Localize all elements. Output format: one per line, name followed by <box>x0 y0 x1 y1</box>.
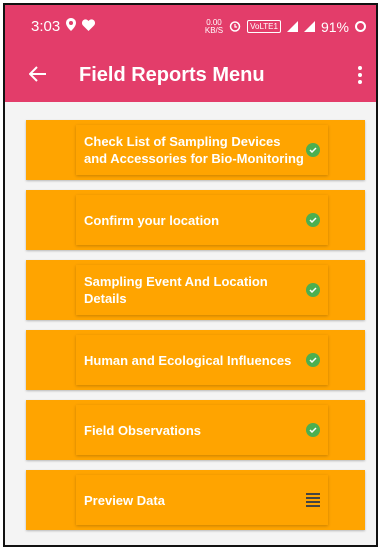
status-left: 3:03 <box>31 18 96 35</box>
overflow-menu-icon[interactable] <box>354 62 366 88</box>
check-circle-icon <box>306 143 320 157</box>
menu-item-preview-data[interactable]: Preview Data <box>26 470 365 530</box>
check-circle-icon <box>306 213 320 227</box>
signal-icon-2 <box>303 21 315 32</box>
back-arrow-icon[interactable] <box>28 62 65 88</box>
menu-item-label: Field Observations <box>84 422 202 438</box>
signal-icon <box>286 21 298 32</box>
heart-icon <box>82 18 96 35</box>
data-speed-unit: KB/S <box>204 25 224 35</box>
menu-item-inner: Sampling Event And Location Details <box>76 265 328 315</box>
menu-item-inner: Preview Data <box>76 475 328 525</box>
check-circle-icon <box>306 353 320 367</box>
menu-item-label: Sampling Event And Location Details <box>84 274 268 306</box>
menu-item-sampling-event[interactable]: Sampling Event And Location Details <box>26 260 365 320</box>
location-pin-icon <box>66 18 77 35</box>
menu-item-field-observations[interactable]: Field Observations <box>26 400 365 460</box>
phone-screen: 3:03 0.00 KB/S VoLTE1 91% Field Reports … <box>3 3 378 547</box>
status-right: 0.00 KB/S VoLTE1 91% <box>204 18 366 35</box>
menu-item-label: Preview Data <box>84 492 165 508</box>
battery-percent: 91% <box>320 18 349 35</box>
app-bar: Field Reports Menu <box>5 48 376 102</box>
menu-item-label: Check List of Sampling Devices and Acces… <box>84 134 304 166</box>
menu-item-inner: Field Observations <box>76 405 328 455</box>
page-title: Field Reports Menu <box>79 63 265 86</box>
status-bar: 3:03 0.00 KB/S VoLTE1 91% <box>5 5 376 48</box>
menu-item-human-ecological[interactable]: Human and Ecological Influences <box>26 330 365 390</box>
menu-item-label: Confirm your location <box>84 212 220 228</box>
menu-item-inner: Confirm your location <box>76 195 328 245</box>
volte-badge: VoLTE1 <box>247 20 281 33</box>
data-speed: 0.00 KB/S <box>204 18 224 35</box>
menu-item-inner: Check List of Sampling Devices and Acces… <box>76 125 328 175</box>
menu-item-confirm-location[interactable]: Confirm your location <box>26 190 365 250</box>
field-reports-list: Check List of Sampling Devices and Acces… <box>5 102 376 530</box>
check-circle-icon <box>306 283 320 297</box>
list-icon <box>306 493 320 507</box>
check-circle-icon <box>306 423 320 437</box>
menu-item-checklist[interactable]: Check List of Sampling Devices and Acces… <box>26 120 365 180</box>
status-time: 3:03 <box>31 18 61 35</box>
menu-item-label: Human and Ecological Influences <box>84 352 292 368</box>
battery-icon <box>355 21 366 32</box>
alarm-icon <box>229 19 241 35</box>
menu-item-inner: Human and Ecological Influences <box>76 335 328 385</box>
